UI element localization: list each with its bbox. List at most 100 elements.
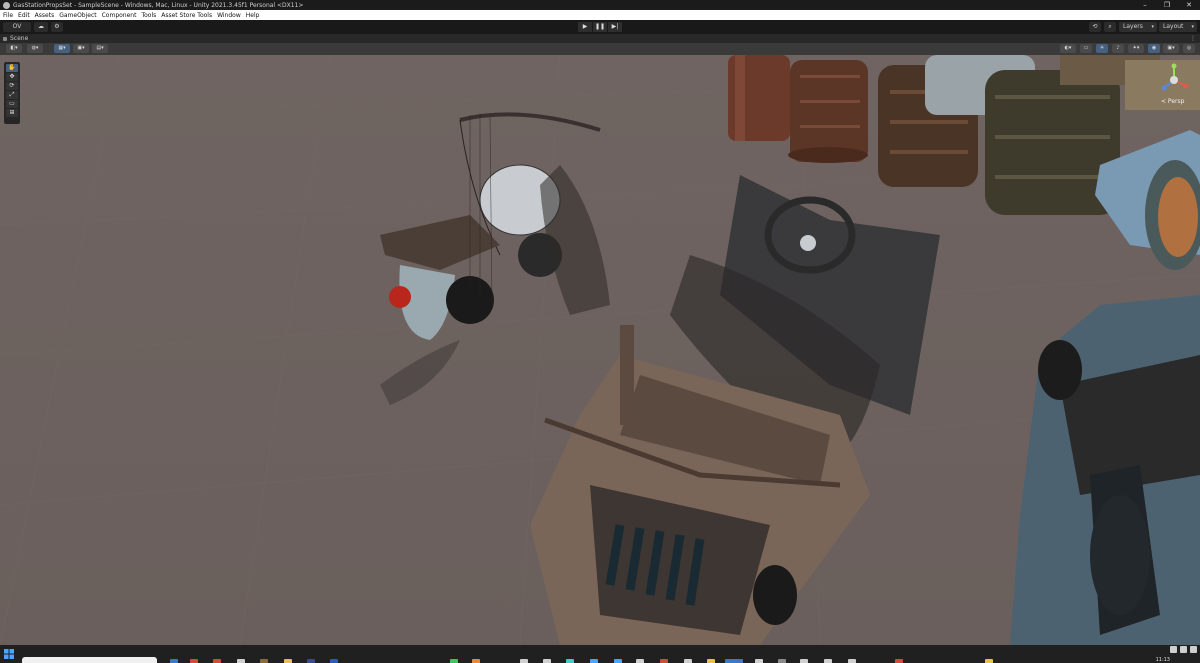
snap-settings-button[interactable]: ▤▾ [92, 44, 108, 53]
chevron-down-icon: ▾ [1191, 24, 1194, 30]
account-label: OV [12, 23, 22, 30]
scene-viewport[interactable] [0, 55, 1200, 645]
scene-view-toolbar: ◧▾ ◍▾ ▦▾ ▣▾ ▤▾ ◐▾ ▭ ☀ ♪ ✦▾ ◉ ▣▾ ◎ [0, 43, 1200, 55]
unity-logo-icon [3, 1, 10, 9]
notification-icon[interactable] [1190, 646, 1197, 653]
increment-snap-button[interactable]: ▣▾ [73, 44, 89, 53]
audio-toggle-icon[interactable]: ♪ [1112, 44, 1124, 53]
main-toolbar: OV ☁ ⚙ ▶ ❚❚ ▶| ⟲ ⌕ Layers ▾ Layout ▾ [0, 20, 1200, 34]
taskbar-search-input[interactable] [22, 657, 157, 663]
transform-tool-palette: ✋ ✥ ⟳ ⤢ ▭ ⊞ [4, 62, 20, 124]
hand-tool-icon[interactable]: ✋ [6, 64, 18, 72]
taskbar-app-icon[interactable] [170, 659, 178, 663]
system-tray [1170, 646, 1197, 653]
taskbar-app-icon[interactable] [330, 659, 338, 663]
taskbar-app-icon[interactable] [260, 659, 268, 663]
maximize-button[interactable]: ❐ [1156, 0, 1178, 10]
taskbar-app-icon[interactable] [848, 659, 856, 663]
transform-tool-icon[interactable]: ⊞ [6, 109, 18, 117]
axis-gizmo-icon [1161, 63, 1189, 91]
scale-tool-icon[interactable]: ⤢ [6, 91, 18, 99]
menu-bar: File Edit Assets GameObject Component To… [0, 10, 1200, 20]
step-button[interactable]: ▶| [608, 22, 622, 32]
perspective-label[interactable]: < Persp [1161, 98, 1184, 105]
taskbar-app-icon[interactable] [895, 659, 903, 663]
rotate-tool-icon[interactable]: ⟳ [6, 82, 18, 90]
network-icon[interactable] [1170, 646, 1177, 653]
taskbar-app-icon-active[interactable] [725, 659, 743, 663]
taskbar-app-icon[interactable] [778, 659, 786, 663]
taskbar-app-icon[interactable] [824, 659, 832, 663]
layers-label: Layers [1123, 23, 1143, 30]
search-icon[interactable]: ⌕ [1104, 22, 1116, 32]
move-tool-icon[interactable]: ✥ [6, 73, 18, 81]
lighting-toggle-icon[interactable]: ☀ [1096, 44, 1108, 53]
minimize-button[interactable]: – [1134, 0, 1156, 10]
2d-toggle[interactable]: ▭ [1080, 44, 1092, 53]
menu-assets[interactable]: Assets [35, 12, 55, 19]
taskbar-app-icon[interactable] [684, 659, 692, 663]
menu-edit[interactable]: Edit [18, 12, 30, 19]
gizmos-toggle[interactable]: ◐▾ [1060, 44, 1076, 53]
taskbar-app-icon[interactable] [237, 659, 245, 663]
scene-render [0, 55, 1200, 645]
account-dropdown[interactable]: OV [3, 22, 31, 32]
taskbar-app-icon[interactable] [800, 659, 808, 663]
menu-help[interactable]: Help [246, 12, 260, 19]
taskbar-clock[interactable]: 11:13 [1156, 657, 1170, 663]
cloud-icon[interactable]: ☁ [34, 22, 48, 32]
taskbar-app-icon[interactable] [213, 659, 221, 663]
more-options-icon[interactable]: ⋮ [1190, 34, 1196, 43]
taskbar-app-icon[interactable] [755, 659, 763, 663]
draw-mode-dropdown[interactable]: ◧▾ [6, 44, 22, 53]
gizmos-icon[interactable]: ◎ [1183, 44, 1195, 53]
menu-window[interactable]: Window [217, 12, 241, 19]
scene-icon [3, 36, 7, 41]
windows-taskbar: 11:13 [0, 645, 1200, 663]
scene-tab-bar: Scene ⋮ [0, 34, 1200, 43]
grid-snapping-button[interactable]: ▦▾ [54, 44, 70, 53]
menu-tools[interactable]: Tools [141, 12, 156, 19]
window-title: GasStationPropsSet - SampleScene - Windo… [13, 1, 304, 9]
layout-label: Layout [1163, 23, 1184, 30]
pause-button[interactable]: ❚❚ [593, 22, 607, 32]
taskbar-app-icon[interactable] [307, 659, 315, 663]
taskbar-app-icon[interactable] [590, 659, 598, 663]
play-controls: ▶ ❚❚ ▶| [578, 22, 622, 32]
window-titlebar: GasStationPropsSet - SampleScene - Windo… [0, 0, 1200, 10]
window-controls: – ❐ ✕ [1134, 0, 1200, 10]
rect-tool-icon[interactable]: ▭ [6, 100, 18, 108]
taskbar-app-icon[interactable] [520, 659, 528, 663]
menu-gameobject[interactable]: GameObject [59, 12, 96, 19]
collab-icon[interactable]: ⚙ [51, 22, 63, 32]
layout-dropdown[interactable]: Layout ▾ [1159, 22, 1197, 32]
play-button[interactable]: ▶ [578, 22, 592, 32]
volume-icon[interactable] [1180, 646, 1187, 653]
close-button[interactable]: ✕ [1178, 0, 1200, 10]
scene-visibility-icon[interactable]: ◉ [1148, 44, 1160, 53]
menu-component[interactable]: Component [102, 12, 137, 19]
taskbar-app-icon[interactable] [660, 659, 668, 663]
layers-dropdown[interactable]: Layers ▾ [1119, 22, 1157, 32]
render-mode-dropdown[interactable]: ◍▾ [27, 44, 43, 53]
menu-file[interactable]: File [3, 12, 13, 19]
taskbar-app-icon[interactable] [636, 659, 644, 663]
menu-asset-store-tools[interactable]: Asset Store Tools [161, 12, 212, 19]
taskbar-app-icon[interactable] [450, 659, 458, 663]
tab-scene[interactable]: Scene [3, 34, 28, 43]
taskbar-app-icon[interactable] [614, 659, 622, 663]
taskbar-app-icon[interactable] [284, 659, 292, 663]
taskbar-app-icon[interactable] [543, 659, 551, 663]
windows-start-icon[interactable] [4, 649, 14, 659]
effects-dropdown[interactable]: ✦▾ [1128, 44, 1144, 53]
taskbar-app-icon[interactable] [707, 659, 715, 663]
chevron-down-icon: ▾ [1151, 24, 1154, 30]
camera-settings-dropdown[interactable]: ▣▾ [1163, 44, 1179, 53]
taskbar-app-icon[interactable] [472, 659, 480, 663]
taskbar-app-icon[interactable] [985, 659, 993, 663]
history-icon[interactable]: ⟲ [1089, 22, 1101, 32]
taskbar-app-icon[interactable] [190, 659, 198, 663]
tab-scene-label: Scene [10, 35, 29, 42]
orientation-gizmo[interactable]: < Persp [1158, 62, 1190, 108]
taskbar-app-icon[interactable] [566, 659, 574, 663]
